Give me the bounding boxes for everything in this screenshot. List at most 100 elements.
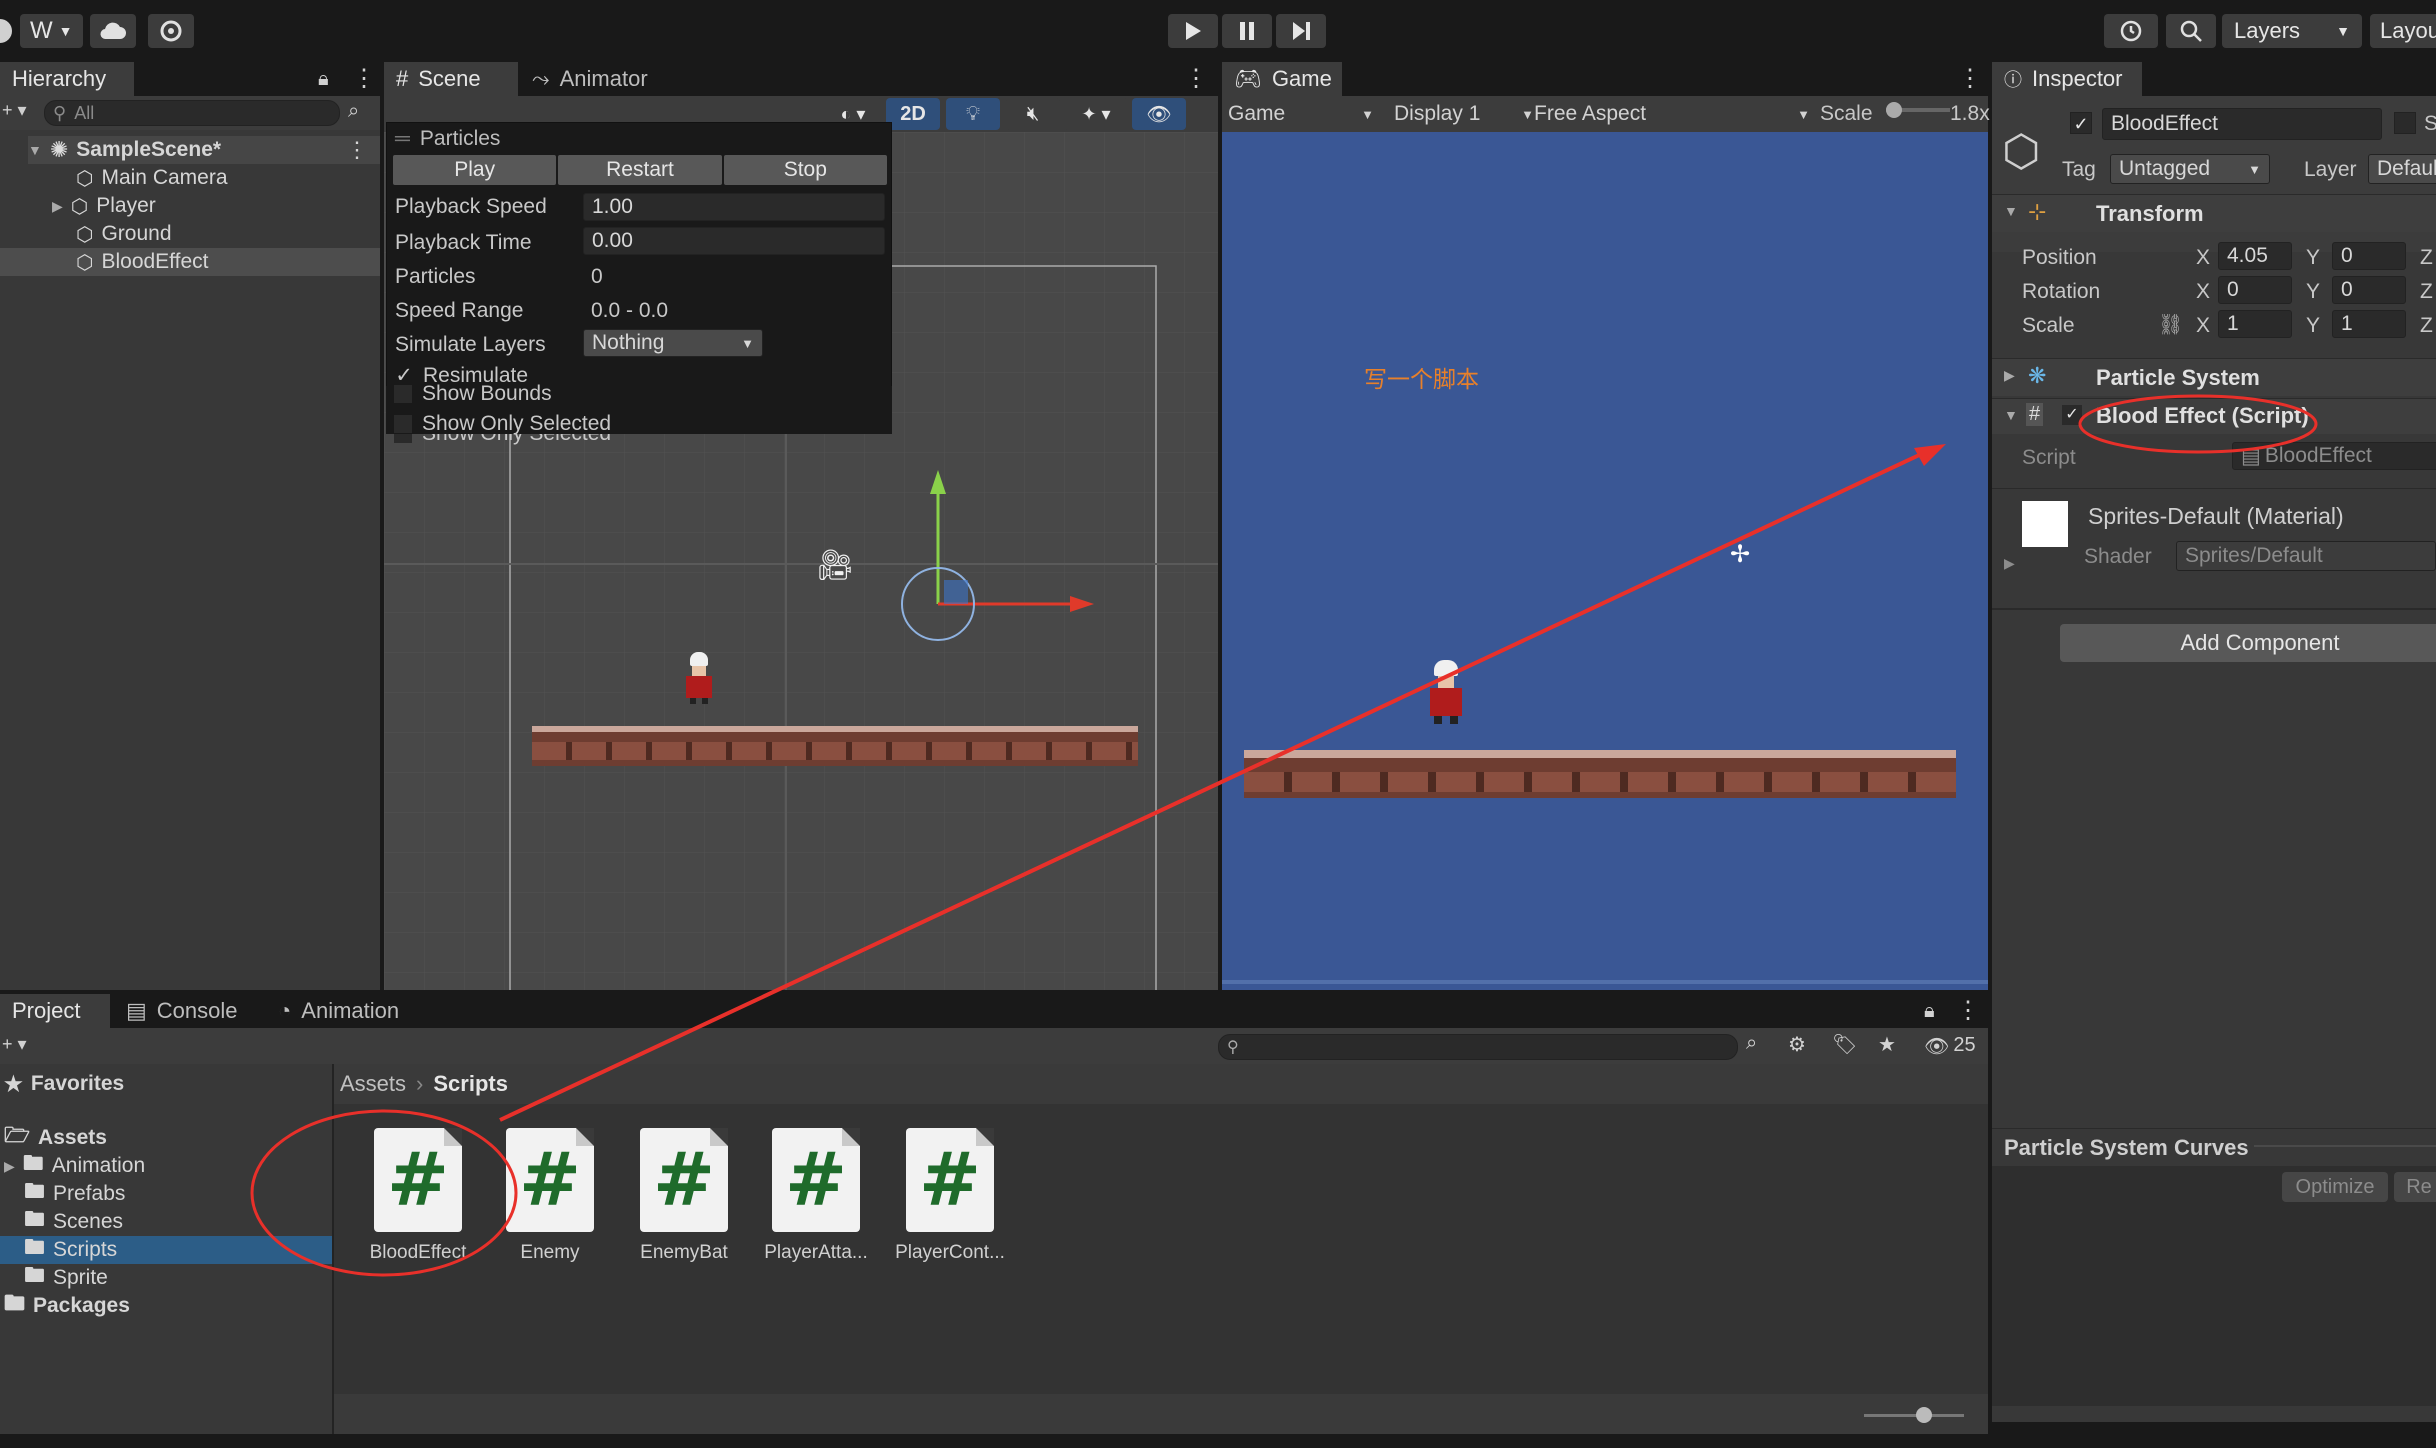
toggle-2d-button[interactable]: 2D [886, 98, 940, 130]
tab-inspector[interactable]: ⓘ Inspector [1992, 62, 2142, 96]
cloud-button[interactable] [90, 14, 136, 48]
add-dropdown-icon[interactable]: + ▾ [2, 100, 27, 121]
tab-game[interactable]: 🎮︎ Game [1222, 62, 1342, 96]
curves-area[interactable]: Optimize Re [1992, 1166, 2436, 1406]
rotation-y-field[interactable]: 0 [2332, 276, 2406, 304]
remove-button[interactable]: Re [2394, 1172, 2436, 1202]
tag-dropdown[interactable]: Untagged ▼ [2110, 154, 2270, 184]
game-canvas[interactable]: 写一个脚本 ✢ [1222, 132, 1988, 990]
hierarchy-search-input[interactable]: ⚲ All [44, 100, 340, 126]
step-button[interactable] [1276, 14, 1326, 48]
shader-dropdown[interactable]: Sprites/Default [2176, 541, 2436, 571]
favorites-item[interactable]: ★ Favorites [4, 1070, 124, 1098]
lock-icon[interactable]: 🔒︎ [318, 68, 329, 91]
expand-arrow-icon[interactable]: ▶ [2004, 555, 2015, 572]
slider-thumb[interactable] [1886, 102, 1902, 118]
effects-icon: ✦ ▾ [1081, 103, 1111, 124]
show-bounds-row[interactable]: Show Bounds [394, 382, 552, 406]
scene-root[interactable]: ▼ ✺ SampleScene* ⋮ [28, 136, 380, 164]
hidden-packages-toggle[interactable]: 👁︎ 25 [1924, 1034, 1976, 1059]
simulate-layers-dropdown[interactable]: Nothing ▼ [583, 329, 763, 357]
layout-dropdown[interactable]: Layou [2370, 14, 2436, 48]
kebab-menu-icon[interactable]: ⋮ [352, 64, 376, 93]
tab-hierarchy[interactable]: Hierarchy [0, 62, 134, 96]
icon-size-slider[interactable] [1864, 1407, 1964, 1423]
filter-by-type-icon[interactable]: ⚙︎ [1788, 1032, 1806, 1057]
scale-y-field[interactable]: 1 [2332, 310, 2406, 338]
asset-playercontroller[interactable]: # [906, 1128, 994, 1232]
rotation-x-field[interactable]: 0 [2218, 276, 2292, 304]
folder-item-sprite[interactable]: 🖿 Sprite [24, 1264, 108, 1292]
layers-dropdown[interactable]: Layers ▼ [2222, 14, 2362, 48]
scene-visibility-toggle[interactable]: 👁︎ [1132, 98, 1186, 130]
asset-playerattack[interactable]: # [772, 1128, 860, 1232]
game-view-dropdown[interactable]: Game ▼ [1228, 100, 1382, 128]
search-by-type-icon[interactable]: ⌕ [1746, 1032, 1757, 1055]
breadcrumb-scripts[interactable]: Scripts [433, 1071, 508, 1097]
position-y-field[interactable]: 0 [2332, 242, 2406, 270]
lock-icon[interactable]: 🔒︎ [1924, 1000, 1935, 1023]
particles-play-button[interactable]: Play [393, 155, 557, 185]
object-name-field[interactable]: BloodEffect [2102, 108, 2382, 140]
folder-icon: 🖿 [24, 1263, 45, 1287]
history-button[interactable] [2104, 14, 2158, 48]
active-checkbox[interactable]: ✓ [2070, 112, 2092, 134]
folder-item-scripts[interactable]: 🖿 Scripts [0, 1236, 332, 1264]
asset-bloodeffect[interactable]: # [374, 1128, 462, 1232]
play-button[interactable] [1168, 14, 1218, 48]
scale-slider[interactable] [1886, 102, 1950, 118]
hierarchy-item-ground[interactable]: ⬡ Ground [76, 220, 172, 248]
particles-restart-button[interactable]: Restart [558, 155, 722, 185]
kebab-menu-icon[interactable]: ⋮ [1958, 64, 1982, 93]
add-component-button[interactable]: Add Component [2060, 624, 2436, 662]
filter-by-label-icon[interactable]: 🏷︎ [1832, 1032, 1857, 1057]
scene-search-icon[interactable]: ⌕ [348, 100, 359, 123]
kebab-menu-icon[interactable]: ⋮ [346, 137, 368, 163]
particles-stop-button[interactable]: Stop [723, 155, 887, 185]
packages-folder[interactable]: 🖿 Packages [4, 1292, 130, 1320]
script-component-header[interactable]: ▼ # ✓ Blood Effect (Script) [1992, 398, 2436, 434]
tab-console[interactable]: ▤ Console [114, 994, 254, 1028]
kebab-menu-icon[interactable]: ⋮ [1956, 996, 1980, 1025]
tab-project[interactable]: Project [0, 994, 110, 1028]
effects-dropdown[interactable]: ✦ ▾ [1064, 98, 1128, 130]
search-button[interactable] [2166, 14, 2216, 48]
static-checkbox[interactable] [2394, 112, 2416, 134]
asset-enemy[interactable]: # [506, 1128, 594, 1232]
hierarchy-item-main-camera[interactable]: ⬡ Main Camera [76, 164, 228, 192]
playback-speed-field[interactable]: 1.00 [583, 193, 885, 221]
add-dropdown-icon[interactable]: + ▾ [2, 1034, 27, 1055]
favorites-star-icon[interactable]: ★ [1878, 1032, 1896, 1057]
constrain-proportions-icon[interactable]: ⛓︎ [2158, 312, 2183, 337]
enabled-checkbox[interactable]: ✓ [2062, 405, 2082, 425]
transform-header[interactable]: ▼ ⊹ Transform [1992, 194, 2436, 232]
assets-label: Assets [38, 1126, 107, 1149]
breadcrumb-assets[interactable]: Assets [340, 1071, 406, 1097]
tab-animation[interactable]: ◔ Animation [266, 994, 426, 1028]
layer-dropdown[interactable]: Defaul [2368, 154, 2436, 184]
display-dropdown[interactable]: Display 1 ▼ [1394, 100, 1534, 128]
scale-x-field[interactable]: 1 [2218, 310, 2292, 338]
project-search-input[interactable]: ⚲ [1218, 1034, 1738, 1060]
asset-enemybat[interactable]: # [640, 1128, 728, 1232]
tab-scene[interactable]: # Scene [384, 62, 518, 96]
audio-toggle[interactable]: 🔇︎ [1006, 98, 1060, 130]
show-only-selected-row[interactable]: Show Only Selected [394, 412, 611, 436]
position-x-field[interactable]: 4.05 [2218, 242, 2292, 270]
hierarchy-item-player[interactable]: ▶ ⬡ Player [52, 192, 156, 220]
optimize-button[interactable]: Optimize [2282, 1172, 2388, 1202]
account-menu[interactable]: W ▼ [0, 14, 83, 48]
particle-system-header[interactable]: ▶ ❋ Particle System [1992, 358, 2436, 396]
tab-animator[interactable]: ⤳ Animator [520, 62, 680, 96]
kebab-menu-icon[interactable]: ⋮ [1184, 64, 1208, 93]
slider-thumb[interactable] [1916, 1407, 1932, 1423]
assets-folder[interactable]: 🗁 Assets [4, 1124, 107, 1152]
hierarchy-item-bloodeffect[interactable]: ⬡ BloodEffect [0, 248, 380, 276]
lighting-toggle[interactable]: 💡︎ [946, 98, 1000, 130]
particles-overlay-header[interactable]: ═ Particles [395, 125, 500, 153]
collab-button[interactable] [148, 14, 194, 48]
pause-button[interactable] [1222, 14, 1272, 48]
move-gizmo[interactable] [894, 462, 1094, 642]
playback-time-field[interactable]: 0.00 [583, 227, 885, 255]
aspect-dropdown[interactable]: Free Aspect ▼ [1534, 100, 1816, 128]
